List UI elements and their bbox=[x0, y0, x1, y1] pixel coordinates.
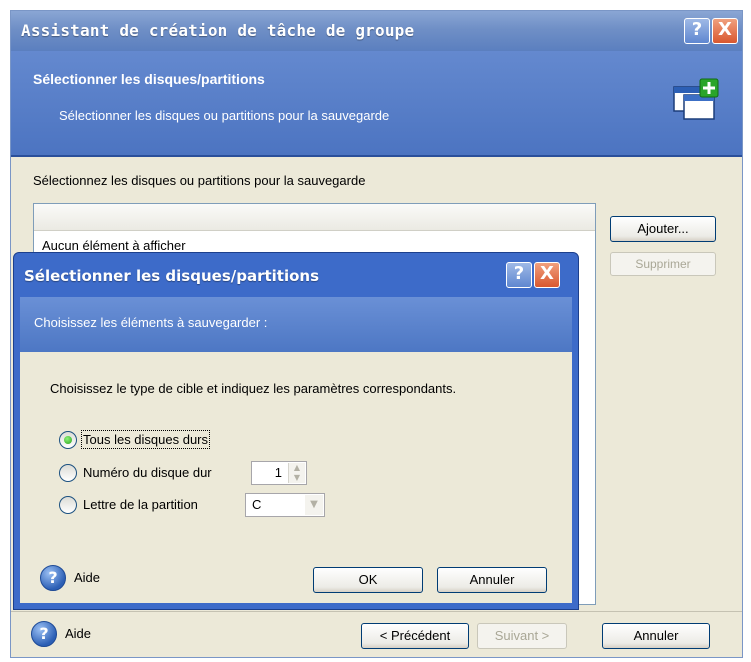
radio-all-disks-label[interactable]: Tous les disques durs bbox=[80, 430, 211, 449]
close-icon[interactable]: X bbox=[712, 18, 738, 44]
disk-number-stepper[interactable]: 1 ▲ ▼ bbox=[251, 461, 307, 485]
dialog-subtitle-band: Choisissez les éléments à sauvegarder : bbox=[20, 297, 572, 352]
partition-letter-value: C bbox=[252, 497, 262, 512]
dialog-cancel-button[interactable]: Annuler bbox=[437, 567, 547, 593]
dropdown-arrow-icon[interactable]: ▼ bbox=[305, 495, 323, 515]
help-label[interactable]: Aide bbox=[65, 626, 91, 641]
wizard-titlebar: Assistant de création de tâche de groupe… bbox=[11, 11, 742, 51]
radio-partition-letter-label[interactable]: Lettre de la partition bbox=[83, 497, 198, 512]
help-icon[interactable]: ? bbox=[31, 621, 57, 647]
cancel-button[interactable]: Annuler bbox=[602, 623, 710, 649]
add-window-icon bbox=[673, 78, 719, 120]
select-disks-dialog: Sélectionner les disques/partitions ? X … bbox=[13, 252, 579, 610]
list-header bbox=[34, 204, 595, 231]
header-title: Sélectionner les disques/partitions bbox=[33, 71, 265, 87]
radio-disk-number-label[interactable]: Numéro du disque dur bbox=[83, 465, 212, 480]
spin-arrows-icon[interactable]: ▲ ▼ bbox=[288, 463, 305, 483]
remove-button[interactable]: Supprimer bbox=[610, 252, 716, 276]
radio-disk-number[interactable] bbox=[59, 464, 77, 482]
dialog-title: Sélectionner les disques/partitions bbox=[24, 267, 320, 285]
dialog-instruction: Choisissez le type de cible et indiquez … bbox=[50, 381, 457, 396]
wizard-instruction: Sélectionnez les disques ou partitions p… bbox=[33, 173, 366, 188]
help-icon[interactable]: ? bbox=[506, 262, 532, 288]
footer-divider bbox=[11, 611, 742, 612]
radio-partition-letter[interactable] bbox=[59, 496, 77, 514]
ok-button[interactable]: OK bbox=[313, 567, 423, 593]
dialog-help-label[interactable]: Aide bbox=[74, 570, 100, 585]
radio-all-disks[interactable] bbox=[59, 431, 77, 449]
wizard-title: Assistant de création de tâche de groupe bbox=[21, 21, 415, 40]
header-subtitle: Sélectionner les disques ou partitions p… bbox=[59, 108, 390, 123]
close-icon[interactable]: X bbox=[534, 262, 560, 288]
partition-letter-select[interactable]: C ▼ bbox=[245, 493, 325, 517]
help-icon[interactable]: ? bbox=[684, 18, 710, 44]
previous-button[interactable]: < Précédent bbox=[361, 623, 469, 649]
next-button[interactable]: Suivant > bbox=[477, 623, 567, 649]
help-icon[interactable]: ? bbox=[40, 565, 66, 591]
list-empty-text: Aucun élément à afficher bbox=[42, 238, 186, 253]
add-button[interactable]: Ajouter... bbox=[610, 216, 716, 242]
dialog-body: Choisissez les éléments à sauvegarder : … bbox=[20, 297, 572, 603]
disk-number-value: 1 bbox=[274, 465, 282, 480]
wizard-header: Sélectionner les disques/partitions Séle… bbox=[11, 51, 742, 157]
dialog-subtitle: Choisissez les éléments à sauvegarder : bbox=[34, 315, 268, 330]
